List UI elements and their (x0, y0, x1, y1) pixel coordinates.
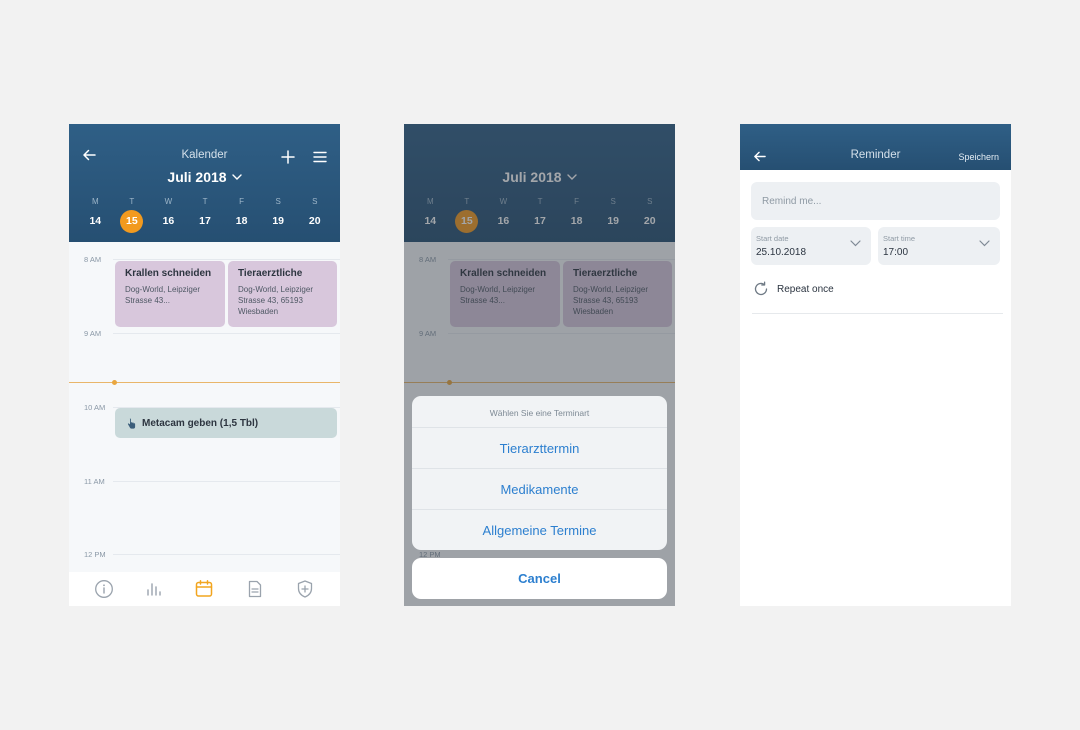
weekday-label: W (164, 197, 173, 206)
event-title: Tieraerztliche (238, 268, 303, 279)
start-time-value: 17:00 (883, 247, 909, 258)
menu-icon[interactable] (313, 151, 327, 163)
document-icon (248, 580, 261, 598)
tab-info[interactable] (93, 578, 115, 600)
calendar-picker-screen: Juli 2018 M T W T F S S 14 15 16 17 18 1… (404, 124, 675, 606)
start-time-select[interactable]: Start time 17:00 (878, 227, 1000, 265)
start-date-select[interactable]: Start date 25.10.2018 (751, 227, 871, 265)
hour-divider (113, 481, 340, 482)
day-button-selected[interactable]: 15 (120, 210, 144, 233)
day-button[interactable]: 17 (194, 210, 217, 233)
start-date-label: Start date (756, 234, 789, 243)
repeat-label: Repeat once (777, 283, 834, 295)
event-address: Dog-World, Leipziger Strasse 43... (125, 285, 200, 305)
header-title: Kalender (181, 149, 228, 161)
month-selector[interactable]: Juli 2018 (69, 169, 340, 185)
day-button[interactable]: 20 (303, 210, 326, 233)
option-vet-appointment[interactable]: Tierarzttermin (412, 428, 667, 469)
hour-label: 10 AM (84, 403, 106, 412)
calendar-screen: Kalender Juli 2018 M T W T F S S 14 15 1… (69, 124, 340, 606)
weekday-label: S (275, 197, 281, 206)
weekday-row: M T W T F S S (77, 197, 333, 206)
info-icon (95, 580, 114, 598)
hour-label: 8 AM (84, 255, 102, 264)
tab-documents[interactable] (244, 578, 266, 600)
option-medication[interactable]: Medikamente (412, 469, 667, 510)
day-button[interactable]: 16 (157, 210, 180, 233)
day-button[interactable]: 19 (267, 210, 290, 233)
cancel-button[interactable]: Cancel (412, 558, 667, 599)
weekday-label: T (202, 197, 208, 206)
hour-divider (113, 554, 340, 555)
weekday-label: F (239, 197, 245, 206)
month-label: Juli 2018 (167, 169, 227, 185)
tab-calendar[interactable] (193, 578, 215, 600)
tab-stats[interactable] (143, 578, 165, 600)
start-time-label: Start time (883, 234, 916, 243)
chevron-down-icon (979, 240, 990, 247)
appointment-type-sheet: Wählen Sie eine Terminart Tierarzttermin… (412, 396, 667, 550)
start-date-value: 25.10.2018 (756, 247, 807, 258)
weekday-label: S (312, 197, 318, 206)
remind-input[interactable] (751, 182, 1000, 220)
calendar-icon (196, 580, 213, 597)
event-address: Dog-World, Leipziger Strasse 43, 65193 W… (238, 285, 313, 316)
event-title: Krallen schneiden (125, 268, 212, 279)
repeat-icon (754, 281, 768, 296)
divider (752, 313, 1003, 314)
weekday-label: M (91, 197, 99, 206)
calendar-header: Kalender Juli 2018 M T W T F S S 14 15 1… (69, 124, 340, 242)
repeat-option[interactable]: Repeat once (753, 281, 834, 297)
weekday-label: T (129, 197, 135, 206)
option-general-appointment[interactable]: Allgemeine Termine (412, 510, 667, 550)
current-time-line (69, 382, 340, 383)
stats-icon (147, 583, 161, 596)
chevron-down-icon (850, 240, 861, 247)
hour-divider (113, 333, 340, 334)
event-card[interactable]: Tieraerztliche Dog-World, Leipziger Stra… (228, 261, 337, 327)
tab-health[interactable] (294, 578, 316, 600)
hour-divider (113, 259, 340, 260)
event-card[interactable]: Krallen schneiden Dog-World, Leipziger S… (115, 261, 225, 327)
remind-field (751, 182, 1000, 220)
chevron-down-icon (231, 174, 242, 180)
reminder-screen: Reminder Speichern Start date 25.10.2018… (740, 124, 1011, 606)
hour-label: 9 AM (84, 329, 102, 338)
day-row: 14 15 16 17 18 19 20 (77, 210, 333, 233)
day-button[interactable]: 14 (84, 210, 107, 233)
hour-label: 11 AM (84, 477, 105, 486)
sheet-title: Wählen Sie eine Terminart (412, 396, 667, 428)
event-title: Metacam geben (1,5 Tbl) (142, 417, 259, 429)
shield-plus-icon (297, 580, 312, 598)
reminder-header: Reminder Speichern (740, 124, 1011, 170)
medication-event-card[interactable]: Metacam geben (1,5 Tbl) (115, 408, 337, 438)
hour-label: 12 PM (84, 550, 106, 559)
save-button[interactable]: Speichern (958, 152, 999, 162)
current-time-dot (112, 380, 117, 385)
day-timeline[interactable]: 8 AM 9 AM 10 AM 11 AM 12 PM Krallen schn… (69, 242, 340, 572)
tab-bar (69, 572, 340, 606)
hand-pointer-icon (127, 418, 136, 429)
plus-icon[interactable] (281, 150, 295, 164)
day-button[interactable]: 18 (230, 210, 253, 233)
